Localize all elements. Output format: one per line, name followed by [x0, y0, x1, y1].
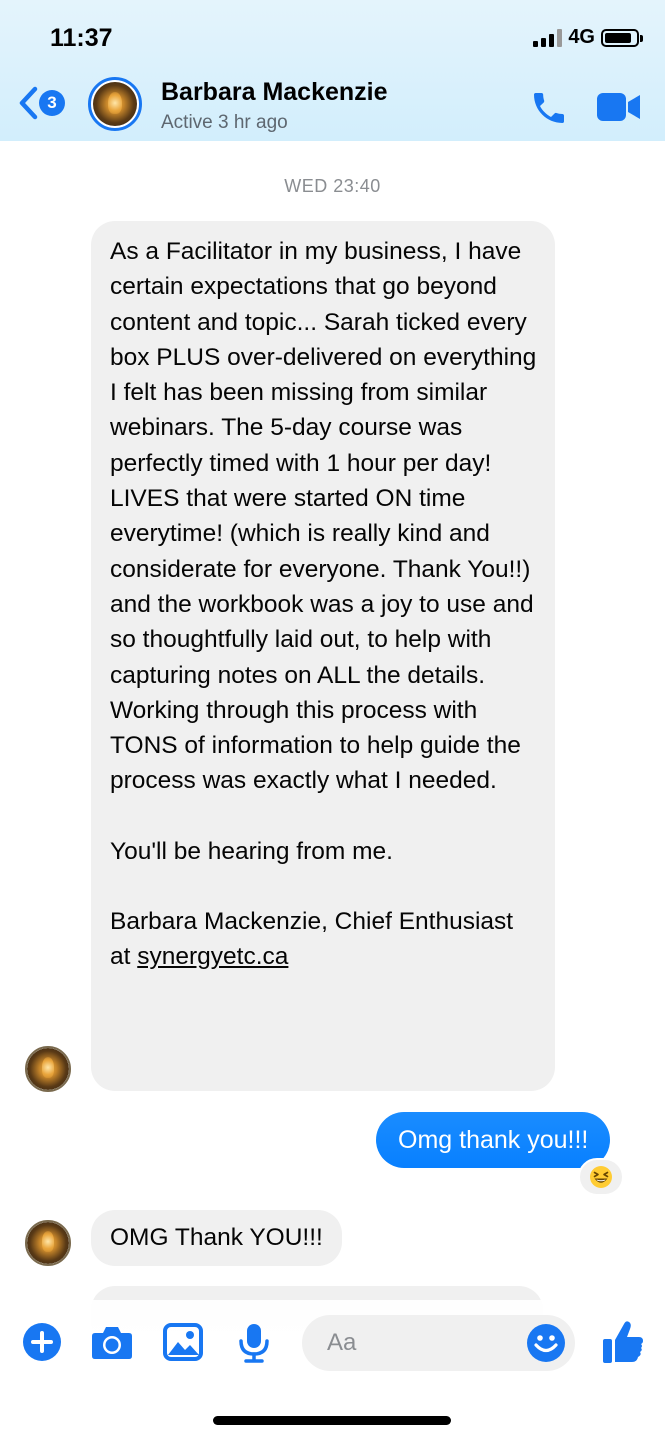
- battery-icon: [601, 28, 643, 47]
- gallery-button[interactable]: [163, 1322, 203, 1367]
- contact-status: Active 3 hr ago: [161, 112, 288, 133]
- message-text: You'll be hearing from me.: [110, 837, 393, 865]
- network-label: 4G: [568, 26, 595, 48]
- thumbs-up-icon: [603, 1321, 643, 1363]
- camera-button[interactable]: [91, 1322, 133, 1367]
- incoming-message[interactable]: As a Facilitator in my business, I have …: [91, 221, 555, 1091]
- sender-avatar[interactable]: [25, 1046, 71, 1092]
- video-camera-icon: [597, 93, 640, 121]
- plus-button[interactable]: [22, 1322, 62, 1367]
- outgoing-message[interactable]: Omg thank you!!!: [376, 1112, 611, 1168]
- signal-icon: [533, 28, 563, 47]
- plus-icon: [23, 1323, 61, 1361]
- chevron-left-icon: [19, 86, 38, 120]
- sender-avatar[interactable]: [25, 1220, 71, 1266]
- voice-button[interactable]: [238, 1322, 270, 1369]
- microphone-icon: [239, 1324, 269, 1363]
- contact-name[interactable]: Barbara Mackenzie: [161, 78, 388, 107]
- message-text: As a Facilitator in my business, I have …: [110, 238, 537, 795]
- status-time: 11:37: [50, 24, 113, 52]
- contact-avatar[interactable]: [88, 77, 142, 131]
- call-button[interactable]: [529, 88, 569, 133]
- back-button[interactable]: 3: [18, 86, 65, 120]
- status-indicators: 4G: [533, 26, 643, 49]
- camera-icon: [92, 1327, 132, 1359]
- message-reaction[interactable]: [578, 1158, 624, 1196]
- message-input-placeholder: Aa: [327, 1329, 357, 1356]
- unread-badge: 3: [39, 90, 65, 116]
- home-indicator: [213, 1416, 451, 1425]
- incoming-message[interactable]: OMG Thank YOU!!!: [91, 1210, 342, 1266]
- grinning-squinting-face-icon: [590, 1166, 612, 1188]
- phone-icon: [534, 93, 564, 123]
- emoji-button[interactable]: [526, 1323, 566, 1368]
- thread-timestamp: WED 23:40: [284, 176, 381, 196]
- image-icon: [163, 1323, 203, 1361]
- emoji-icon: [527, 1324, 565, 1362]
- website-link[interactable]: synergyetc.ca: [137, 943, 288, 970]
- message-signature: Barbara Mackenzie, Chief Enthusiast at s…: [110, 904, 537, 975]
- like-button[interactable]: [602, 1319, 644, 1370]
- video-call-button[interactable]: [596, 92, 642, 127]
